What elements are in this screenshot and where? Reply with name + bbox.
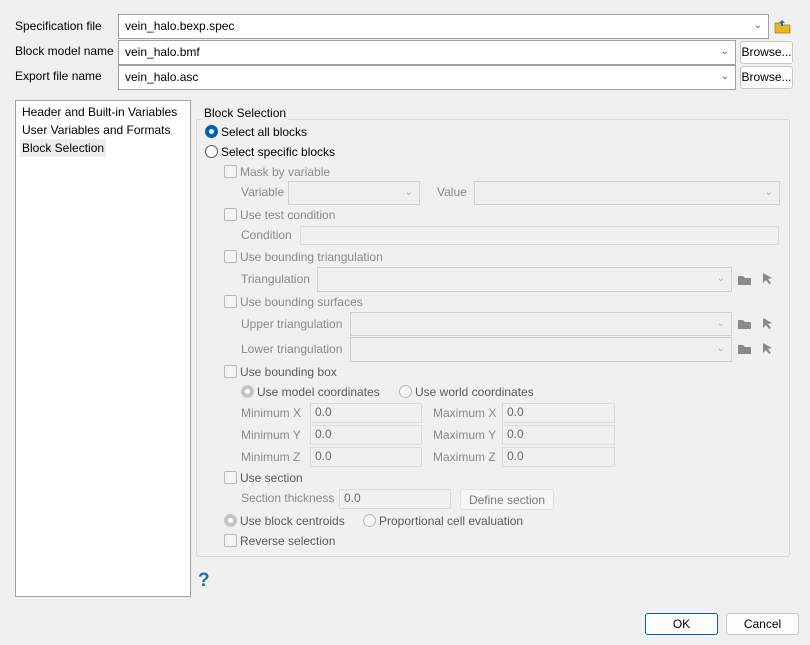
condition-input[interactable] bbox=[300, 226, 779, 245]
upper-triangulation-combo[interactable]: ⌄ bbox=[350, 312, 732, 336]
world-coords-label: Use world coordinates bbox=[415, 385, 534, 399]
min-y-input[interactable]: 0.0 bbox=[310, 425, 422, 445]
browse-export-button[interactable]: Browse... bbox=[740, 66, 793, 89]
export-label: Export file name bbox=[15, 69, 102, 83]
chevron-down-icon: ⌄ bbox=[716, 318, 725, 329]
block-centroids-radio[interactable] bbox=[224, 514, 237, 527]
max-x-label: Maximum X bbox=[433, 406, 497, 420]
nav-item-block-selection[interactable]: Block Selection bbox=[20, 139, 107, 157]
chevron-down-icon: ⌄ bbox=[404, 187, 413, 198]
ok-button[interactable]: OK bbox=[645, 613, 718, 635]
reverse-selection-checkbox[interactable] bbox=[224, 534, 237, 547]
max-y-label: Maximum Y bbox=[433, 428, 497, 442]
triangulation-label: Triangulation bbox=[241, 272, 310, 286]
section-thickness-label: Section thickness bbox=[241, 491, 335, 505]
folder-icon[interactable] bbox=[737, 317, 752, 329]
proportional-label: Proportional cell evaluation bbox=[379, 514, 524, 528]
lower-triangulation-combo[interactable]: ⌄ bbox=[350, 337, 732, 362]
min-x-input[interactable]: 0.0 bbox=[310, 403, 422, 423]
select-specific-radio[interactable] bbox=[205, 145, 218, 158]
nav-item-header[interactable]: Header and Built-in Variables bbox=[22, 105, 177, 119]
spec-label: Specification file bbox=[15, 19, 102, 33]
select-all-radio[interactable] bbox=[205, 125, 218, 138]
chevron-down-icon: ⌄ bbox=[716, 273, 725, 284]
variable-combo[interactable]: ⌄ bbox=[288, 181, 420, 205]
proportional-radio[interactable] bbox=[363, 514, 376, 527]
chevron-down-icon: ⌄ bbox=[716, 343, 725, 354]
variable-label: Variable bbox=[241, 185, 285, 199]
max-z-label: Maximum Z bbox=[433, 450, 496, 464]
condition-label: Condition bbox=[241, 228, 292, 242]
open-folder-icon[interactable] bbox=[774, 19, 791, 34]
bounding-triangulation-label: Use bounding triangulation bbox=[240, 250, 383, 264]
model-label: Block model name bbox=[15, 44, 114, 58]
block-model-combo[interactable]: vein_halo.bmf ⌄ bbox=[118, 40, 736, 65]
model-coords-label: Use model coordinates bbox=[257, 385, 380, 399]
export-file-combo[interactable]: vein_halo.asc ⌄ bbox=[118, 65, 736, 90]
bounding-surfaces-checkbox[interactable] bbox=[224, 295, 237, 308]
max-z-input[interactable]: 0.0 bbox=[502, 447, 615, 467]
use-section-label: Use section bbox=[240, 471, 303, 485]
browse-model-button[interactable]: Browse... bbox=[740, 41, 793, 64]
bounding-surfaces-label: Use bounding surfaces bbox=[240, 295, 363, 309]
chevron-down-icon: ⌄ bbox=[720, 71, 729, 82]
min-y-label: Minimum Y bbox=[241, 428, 301, 442]
help-icon[interactable]: ? bbox=[198, 571, 210, 591]
reverse-selection-label: Reverse selection bbox=[240, 534, 336, 548]
chevron-down-icon: ⌄ bbox=[764, 187, 773, 198]
triangulation-combo[interactable]: ⌄ bbox=[317, 267, 732, 292]
define-section-button[interactable]: Define section bbox=[460, 489, 554, 510]
model-coords-radio[interactable] bbox=[241, 385, 254, 398]
folder-icon[interactable] bbox=[737, 273, 752, 285]
select-specific-label: Select specific blocks bbox=[221, 145, 336, 159]
value-label: Value bbox=[437, 185, 467, 199]
chevron-down-icon: ⌄ bbox=[753, 20, 762, 31]
max-x-input[interactable]: 0.0 bbox=[502, 403, 615, 423]
select-all-label: Select all blocks bbox=[221, 125, 308, 139]
lower-triangulation-label: Lower triangulation bbox=[241, 342, 343, 356]
use-section-checkbox[interactable] bbox=[224, 471, 237, 484]
min-z-label: Minimum Z bbox=[241, 450, 301, 464]
bounding-box-checkbox[interactable] bbox=[224, 365, 237, 378]
nav-item-user-variables[interactable]: User Variables and Formats bbox=[22, 123, 171, 137]
pick-cursor-icon[interactable] bbox=[761, 317, 776, 329]
chevron-down-icon: ⌄ bbox=[720, 46, 729, 57]
world-coords-radio[interactable] bbox=[399, 385, 412, 398]
mask-checkbox[interactable] bbox=[224, 165, 237, 178]
spec-file-combo[interactable]: vein_halo.bexp.spec ⌄ bbox=[118, 14, 769, 39]
block-centroids-label: Use block centroids bbox=[240, 514, 345, 528]
spec-value: vein_halo.bexp.spec bbox=[125, 19, 235, 33]
bounding-triangulation-checkbox[interactable] bbox=[224, 250, 237, 263]
max-y-input[interactable]: 0.0 bbox=[502, 425, 615, 445]
section-thickness-input[interactable]: 0.0 bbox=[339, 489, 451, 509]
cancel-button[interactable]: Cancel bbox=[726, 613, 799, 635]
pick-cursor-icon[interactable] bbox=[761, 342, 776, 354]
min-x-label: Minimum X bbox=[241, 406, 302, 420]
export-value: vein_halo.asc bbox=[125, 70, 199, 84]
test-condition-checkbox[interactable] bbox=[224, 208, 237, 221]
folder-icon[interactable] bbox=[737, 342, 752, 354]
section-list: Header and Built-in Variables User Varia… bbox=[15, 100, 191, 597]
mask-label: Mask by variable bbox=[240, 165, 331, 179]
upper-triangulation-label: Upper triangulation bbox=[241, 317, 343, 331]
min-z-input[interactable]: 0.0 bbox=[310, 447, 422, 467]
pick-cursor-icon[interactable] bbox=[761, 272, 776, 284]
value-combo[interactable]: ⌄ bbox=[474, 181, 780, 205]
bounding-box-label: Use bounding box bbox=[240, 365, 337, 379]
group-title: Block Selection bbox=[202, 106, 289, 120]
test-condition-label: Use test condition bbox=[240, 208, 336, 222]
model-value: vein_halo.bmf bbox=[125, 45, 200, 59]
